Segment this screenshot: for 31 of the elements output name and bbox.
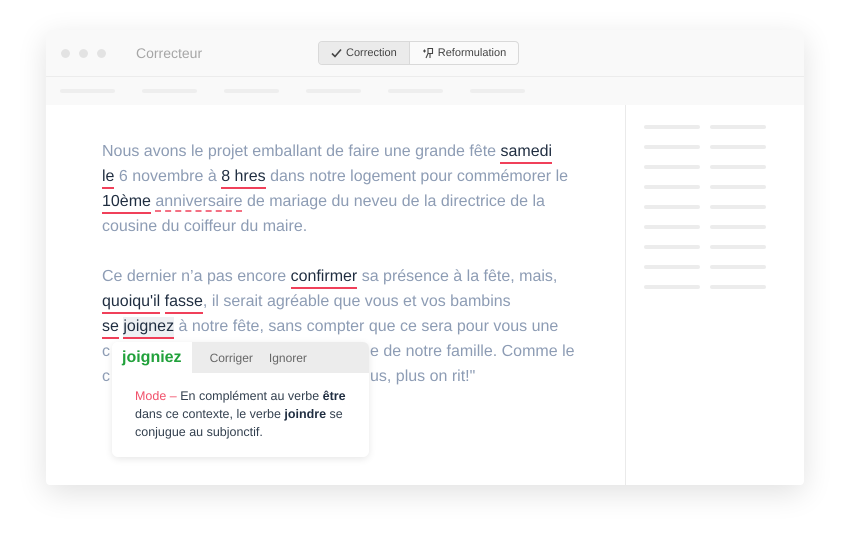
- error-word[interactable]: le: [102, 167, 114, 189]
- error-word[interactable]: quoiqu'il: [102, 292, 160, 314]
- error-word[interactable]: fasse: [164, 292, 203, 314]
- error-word[interactable]: joignez: [123, 317, 174, 339]
- mode-tab[interactable]: Reformulation: [410, 42, 518, 64]
- window-title: Correcteur: [136, 45, 202, 61]
- error-word[interactable]: 8 hres: [221, 167, 266, 189]
- text-run: us, plus on rit!": [370, 368, 476, 385]
- text-run: c: [102, 368, 110, 385]
- explanation-text: Mode – En complément au verbe être dans ce contexte, le verbe joindre se conjugue au subjonctif.: [134, 388, 347, 441]
- text-run: , il serait agréable que vous et vos bambins: [202, 293, 511, 310]
- wand-icon: [422, 47, 434, 59]
- text-run: Nous avons le projet emballant de faire une grande fête: [102, 143, 498, 160]
- error-word[interactable]: confirmer: [290, 267, 358, 289]
- check-icon: [331, 48, 342, 58]
- action-button[interactable]: Corriger: [204, 348, 259, 366]
- text-run: cousine du coiffeur du maire.: [102, 218, 308, 235]
- text-run: sa présence à la fête, mais,: [360, 268, 558, 285]
- text-run: à notre fête, sans compter que ce sera pour vous une: [178, 318, 558, 335]
- text-run: de mariage du neveu de la directrice de la: [246, 193, 545, 210]
- error-word[interactable]: samedi: [500, 142, 552, 164]
- error-word[interactable]: 10ème: [102, 192, 151, 214]
- text-run: c: [102, 343, 110, 360]
- text-run: 6 novembre à: [118, 168, 218, 185]
- rule-label: Mode –: [135, 389, 177, 403]
- mode-tab[interactable]: Correction: [319, 42, 410, 64]
- action-button[interactable]: Ignorer: [262, 348, 313, 366]
- text-run: dans notre logement pour commémorer le: [269, 168, 568, 185]
- error-word[interactable]: se: [102, 317, 119, 339]
- text-run: Ce dernier n’a pas encore: [102, 268, 288, 285]
- text-run: e de notre famille. Comme le: [370, 343, 575, 360]
